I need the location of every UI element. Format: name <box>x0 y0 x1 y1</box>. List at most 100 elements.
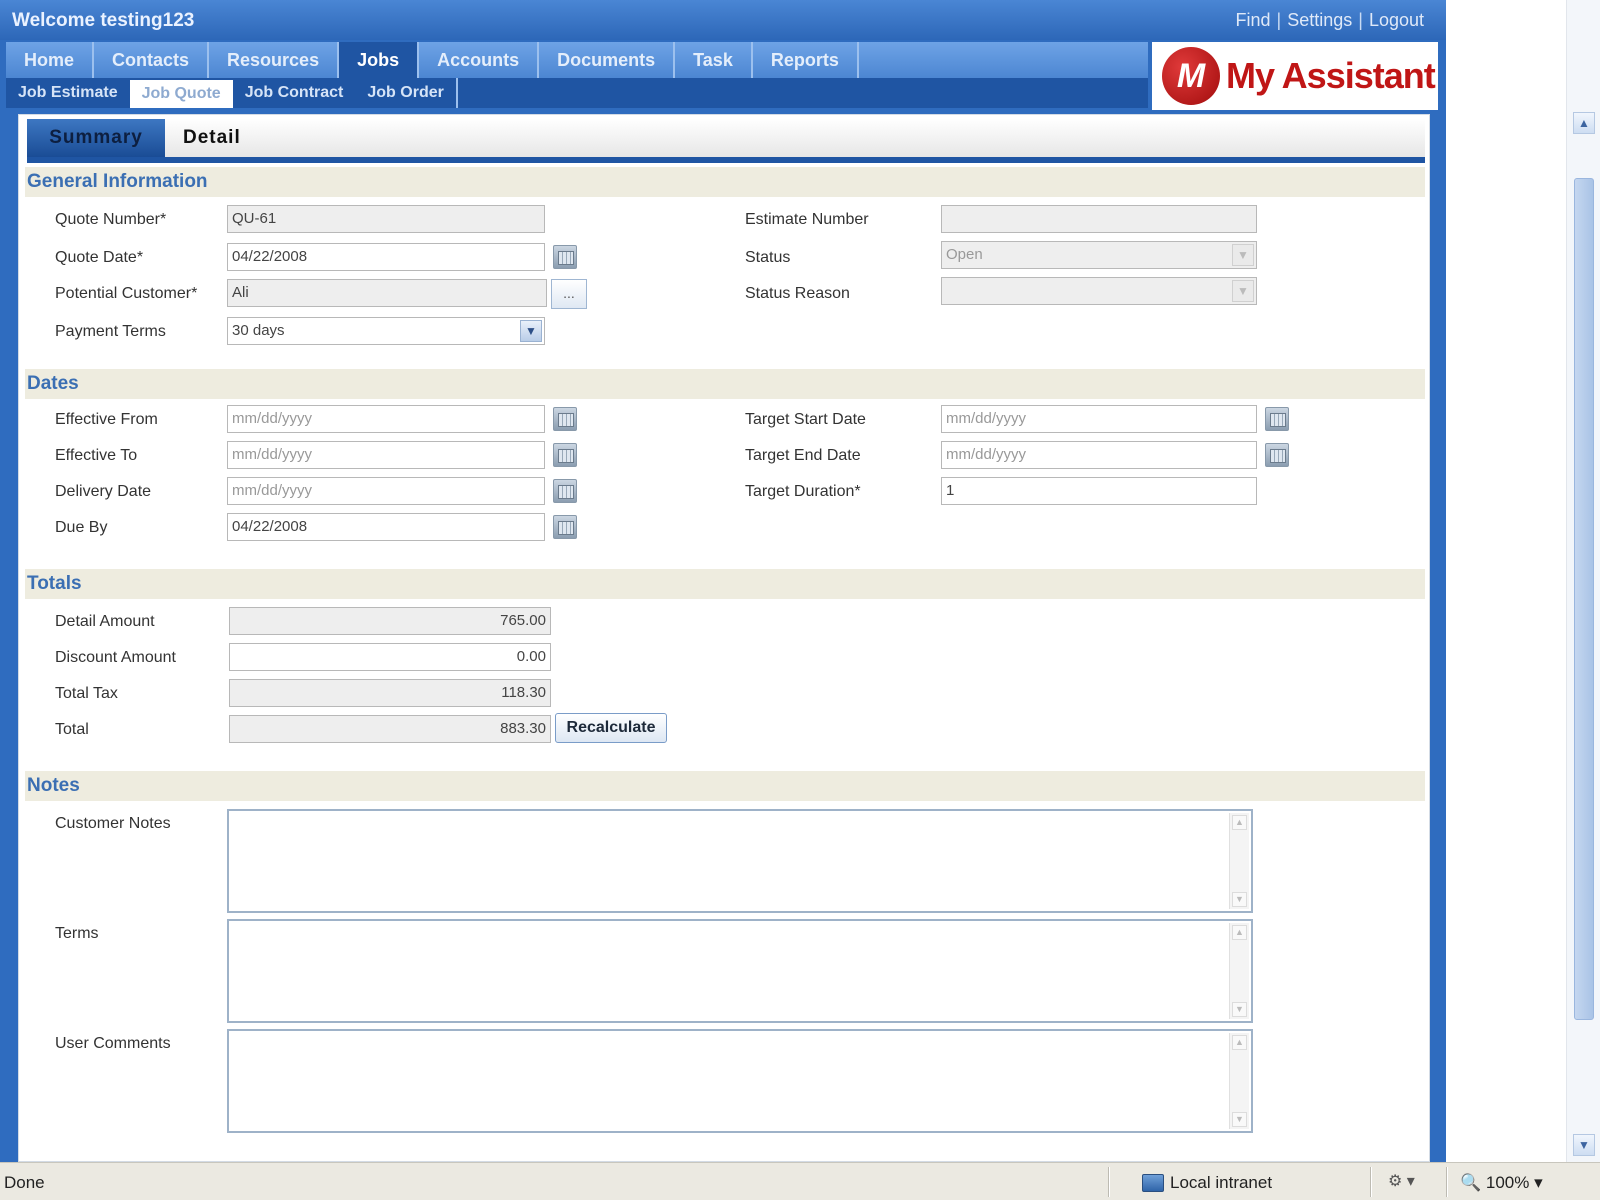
subnav-job-quote[interactable]: Job Quote <box>129 80 233 108</box>
subnav-job-estimate[interactable]: Job Estimate <box>6 78 130 108</box>
section-title: General Information <box>27 171 208 192</box>
payment-terms-select[interactable]: 30 days ▼ <box>227 317 545 345</box>
calendar-icon[interactable] <box>1265 443 1289 467</box>
scroll-down-icon[interactable]: ▼ <box>1573 1134 1595 1156</box>
total-tax-label: Total Tax <box>55 685 118 702</box>
calendar-icon[interactable] <box>553 245 577 269</box>
status-label: Status <box>745 249 791 266</box>
quote-number-label: Quote Number* <box>55 211 167 228</box>
total-field: 883.30 <box>229 715 551 743</box>
form-tabs: Summary Detail <box>27 119 1425 163</box>
due-by-field[interactable]: 04/22/2008 <box>227 513 545 541</box>
target-start-field[interactable]: mm/dd/yyyy <box>941 405 1257 433</box>
scroll-down-icon[interactable]: ▼ <box>1232 892 1247 907</box>
calendar-icon[interactable] <box>553 407 577 431</box>
scrollbar[interactable]: ▲ ▼ <box>1229 813 1249 909</box>
quote-date-label: Quote Date* <box>55 249 144 266</box>
calendar-icon[interactable] <box>553 443 577 467</box>
status-divider <box>1446 1167 1448 1197</box>
detail-amount-field: 765.00 <box>229 607 551 635</box>
scroll-down-icon[interactable]: ▼ <box>1232 1002 1247 1017</box>
settings-link[interactable]: Settings <box>1287 10 1352 31</box>
effective-from-field[interactable]: mm/dd/yyyy <box>227 405 545 433</box>
status-divider <box>1370 1167 1372 1197</box>
status-value: Open <box>946 246 983 263</box>
quote-number-field[interactable]: QU-61 <box>227 205 545 233</box>
section-general: General Information <box>25 167 1425 197</box>
effective-to-label: Effective To <box>55 447 138 464</box>
section-dates: Dates <box>25 369 1425 399</box>
section-title: Notes <box>27 775 80 796</box>
nav-tab-contacts[interactable]: Contacts <box>94 42 210 78</box>
status-text: Done <box>4 1173 45 1192</box>
status-reason-select[interactable]: ▼ <box>941 277 1257 305</box>
scroll-up-icon[interactable]: ▲ <box>1232 1035 1247 1050</box>
scrollbar[interactable]: ▲ ▼ <box>1229 1033 1249 1129</box>
status-reason-label: Status Reason <box>745 285 850 302</box>
nav-tab-home[interactable]: Home <box>6 42 95 78</box>
section-totals: Totals <box>25 569 1425 599</box>
nav-tab-resources[interactable]: Resources <box>209 42 340 78</box>
intranet-icon <box>1142 1174 1164 1192</box>
delivery-date-label: Delivery Date <box>55 483 152 500</box>
customer-notes-label: Customer Notes <box>55 815 171 832</box>
section-title: Dates <box>27 373 79 394</box>
nav-tab-accounts[interactable]: Accounts <box>419 42 540 78</box>
subnav-job-contract[interactable]: Job Contract <box>233 78 356 108</box>
customer-lookup-button[interactable]: ... <box>551 279 587 309</box>
target-duration-label: Target Duration* <box>745 483 861 500</box>
nav-tab-reports[interactable]: Reports <box>753 42 859 78</box>
scrollbar[interactable]: ▲ ▼ <box>1229 923 1249 1019</box>
nav-tab-jobs[interactable]: Jobs <box>339 42 420 78</box>
protected-mode-icon[interactable]: ⚙ ▾ <box>1388 1171 1415 1191</box>
sub-nav: Job Estimate Job Quote Job Contract Job … <box>6 78 1148 108</box>
payment-terms-label: Payment Terms <box>55 323 166 340</box>
logo-text: My Assistant <box>1226 55 1436 96</box>
quote-date-field[interactable]: 04/22/2008 <box>227 243 545 271</box>
effective-from-label: Effective From <box>55 411 158 428</box>
tab-detail[interactable]: Detail <box>165 119 259 157</box>
discount-amount-field[interactable]: 0.00 <box>229 643 551 671</box>
subnav-job-order[interactable]: Job Order <box>355 78 458 108</box>
terms-textarea[interactable]: ▲ ▼ <box>227 919 1253 1023</box>
logo: M My Assistant <box>1152 42 1438 110</box>
tab-summary[interactable]: Summary <box>27 119 165 157</box>
zoom-level: 100% <box>1485 1173 1530 1192</box>
app-frame: Welcome testing123 Find | Settings | Logout … <box>0 0 1446 1162</box>
calendar-icon[interactable] <box>553 479 577 503</box>
recalculate-button[interactable]: Recalculate <box>555 713 667 743</box>
target-end-label: Target End Date <box>745 447 861 464</box>
chevron-down-icon[interactable]: ▼ <box>520 320 542 342</box>
nav-tab-task[interactable]: Task <box>675 42 753 78</box>
status-select[interactable]: Open ▼ <box>941 241 1257 269</box>
discount-amount-label: Discount Amount <box>55 649 176 666</box>
potential-customer-label: Potential Customer* <box>55 285 198 302</box>
detail-amount-label: Detail Amount <box>55 613 155 630</box>
calendar-icon[interactable] <box>553 515 577 539</box>
calendar-icon[interactable] <box>1265 407 1289 431</box>
user-comments-textarea[interactable]: ▲ ▼ <box>227 1029 1253 1133</box>
find-link[interactable]: Find <box>1236 10 1271 31</box>
effective-to-field[interactable]: mm/dd/yyyy <box>227 441 545 469</box>
estimate-number-field[interactable] <box>941 205 1257 233</box>
scroll-up-icon[interactable]: ▲ <box>1232 925 1247 940</box>
welcome-bar: Welcome testing123 Find | Settings | Logout <box>0 0 1446 40</box>
nav-tab-documents[interactable]: Documents <box>539 42 676 78</box>
top-links: Find | Settings | Logout <box>1236 10 1425 31</box>
target-duration-field[interactable]: 1 <box>941 477 1257 505</box>
customer-notes-textarea[interactable]: ▲ ▼ <box>227 809 1253 913</box>
target-end-field[interactable]: mm/dd/yyyy <box>941 441 1257 469</box>
delivery-date-field[interactable]: mm/dd/yyyy <box>227 477 545 505</box>
scroll-down-icon[interactable]: ▼ <box>1232 1112 1247 1127</box>
scrollbar-thumb[interactable] <box>1574 178 1594 1020</box>
payment-terms-value: 30 days <box>232 322 285 339</box>
zoom-control[interactable]: 🔍 100% ▾ <box>1460 1173 1543 1193</box>
browser-status-bar: Done Local intranet ⚙ ▾ 🔍 100% ▾ <box>0 1162 1600 1200</box>
section-notes: Notes <box>25 771 1425 801</box>
scroll-up-icon[interactable]: ▲ <box>1573 112 1595 134</box>
potential-customer-field[interactable]: Ali <box>227 279 547 307</box>
target-start-label: Target Start Date <box>745 411 866 428</box>
scroll-up-icon[interactable]: ▲ <box>1232 815 1247 830</box>
logout-link[interactable]: Logout <box>1369 10 1424 31</box>
window-scrollbar[interactable]: ▲ ▼ <box>1566 0 1600 1162</box>
